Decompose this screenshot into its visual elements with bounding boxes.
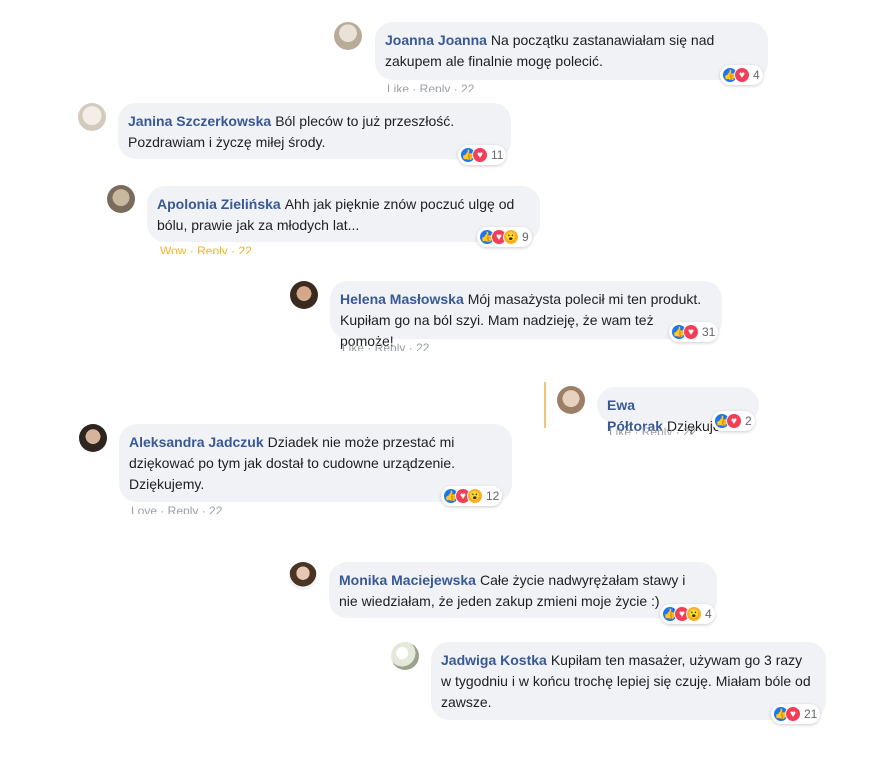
love-icon: ♥ bbox=[472, 147, 488, 163]
reaction-count: 11 bbox=[491, 148, 504, 162]
love-icon: ♥ bbox=[785, 706, 801, 722]
wow-icon: 😮 bbox=[503, 229, 519, 245]
avatar[interactable] bbox=[78, 103, 106, 131]
avatar[interactable] bbox=[107, 185, 135, 213]
author-name[interactable]: Apolonia Zielińska bbox=[157, 196, 281, 212]
avatar[interactable] bbox=[289, 562, 317, 590]
avatar[interactable] bbox=[79, 424, 107, 452]
reactions[interactable]: 👍 ♥ 4 bbox=[720, 65, 763, 85]
comment-bubble: Helena Masłowska Mój masażysta polecił mi… bbox=[330, 281, 722, 349]
reaction-count: 31 bbox=[702, 325, 716, 339]
author-name[interactable]: Jadwiga Kostka bbox=[441, 652, 547, 668]
wow-icon: 😮 bbox=[467, 488, 483, 504]
author-name[interactable]: Janina Szczerkowska bbox=[128, 113, 271, 129]
reaction-count: 12 bbox=[486, 489, 500, 503]
comment-actions[interactable]: Like · Reply · 22 bbox=[387, 82, 474, 92]
comment-actions[interactable]: Wow · Reply · 22 bbox=[160, 244, 252, 254]
reactions[interactable]: 👍 ♥ 😮 4 bbox=[660, 604, 715, 624]
comment-actions[interactable]: Love · Reply · 22 bbox=[131, 504, 222, 514]
reaction-count: 4 bbox=[705, 607, 712, 621]
reactions[interactable]: 👍 ♥ 21 bbox=[771, 704, 821, 724]
comment-actions[interactable]: Like · Reply · 22 bbox=[342, 341, 429, 351]
reactions[interactable]: 👍 ♥ 😮 9 bbox=[477, 227, 532, 247]
reactions[interactable]: 👍 ♥ 11 bbox=[458, 145, 507, 165]
author-name[interactable]: Helena Masłowska bbox=[340, 291, 464, 307]
author-name[interactable]: Monika Maciejewska bbox=[339, 572, 476, 588]
love-icon: ♥ bbox=[734, 67, 750, 83]
wow-icon: 😮 bbox=[686, 606, 702, 622]
comment-bubble: Joanna Joanna Na początku zastanawiałam s… bbox=[375, 22, 768, 80]
avatar[interactable] bbox=[290, 281, 318, 309]
reaction-count: 4 bbox=[753, 68, 760, 82]
reactions[interactable]: 👍 ♥ 31 bbox=[669, 322, 719, 342]
reaction-count: 9 bbox=[522, 230, 529, 244]
comment-bubble: Jadwiga Kostka Kupiłam ten masażer, używa… bbox=[431, 642, 826, 720]
reaction-count: 2 bbox=[745, 414, 752, 428]
love-icon: ♥ bbox=[726, 413, 742, 429]
reactions[interactable]: 👍 ♥ 😮 12 bbox=[441, 486, 503, 506]
comment-bubble: Janina Szczerkowska Ból pleców to już prz… bbox=[118, 103, 511, 159]
reply-line bbox=[544, 382, 546, 428]
avatar[interactable] bbox=[391, 642, 419, 670]
comment-bubble: Monika Maciejewska Całe życie nadwyrężała… bbox=[329, 562, 717, 618]
love-icon: ♥ bbox=[683, 324, 699, 340]
comment-actions[interactable]: Like · Reply · 22 bbox=[609, 425, 696, 435]
reactions[interactable]: 👍 ♥ 2 bbox=[712, 411, 755, 431]
author-name[interactable]: Joanna Joanna bbox=[385, 32, 487, 48]
avatar[interactable] bbox=[334, 22, 362, 50]
avatar[interactable] bbox=[557, 386, 585, 414]
reaction-count: 21 bbox=[804, 707, 818, 721]
author-name[interactable]: Aleksandra Jadczuk bbox=[129, 434, 264, 450]
